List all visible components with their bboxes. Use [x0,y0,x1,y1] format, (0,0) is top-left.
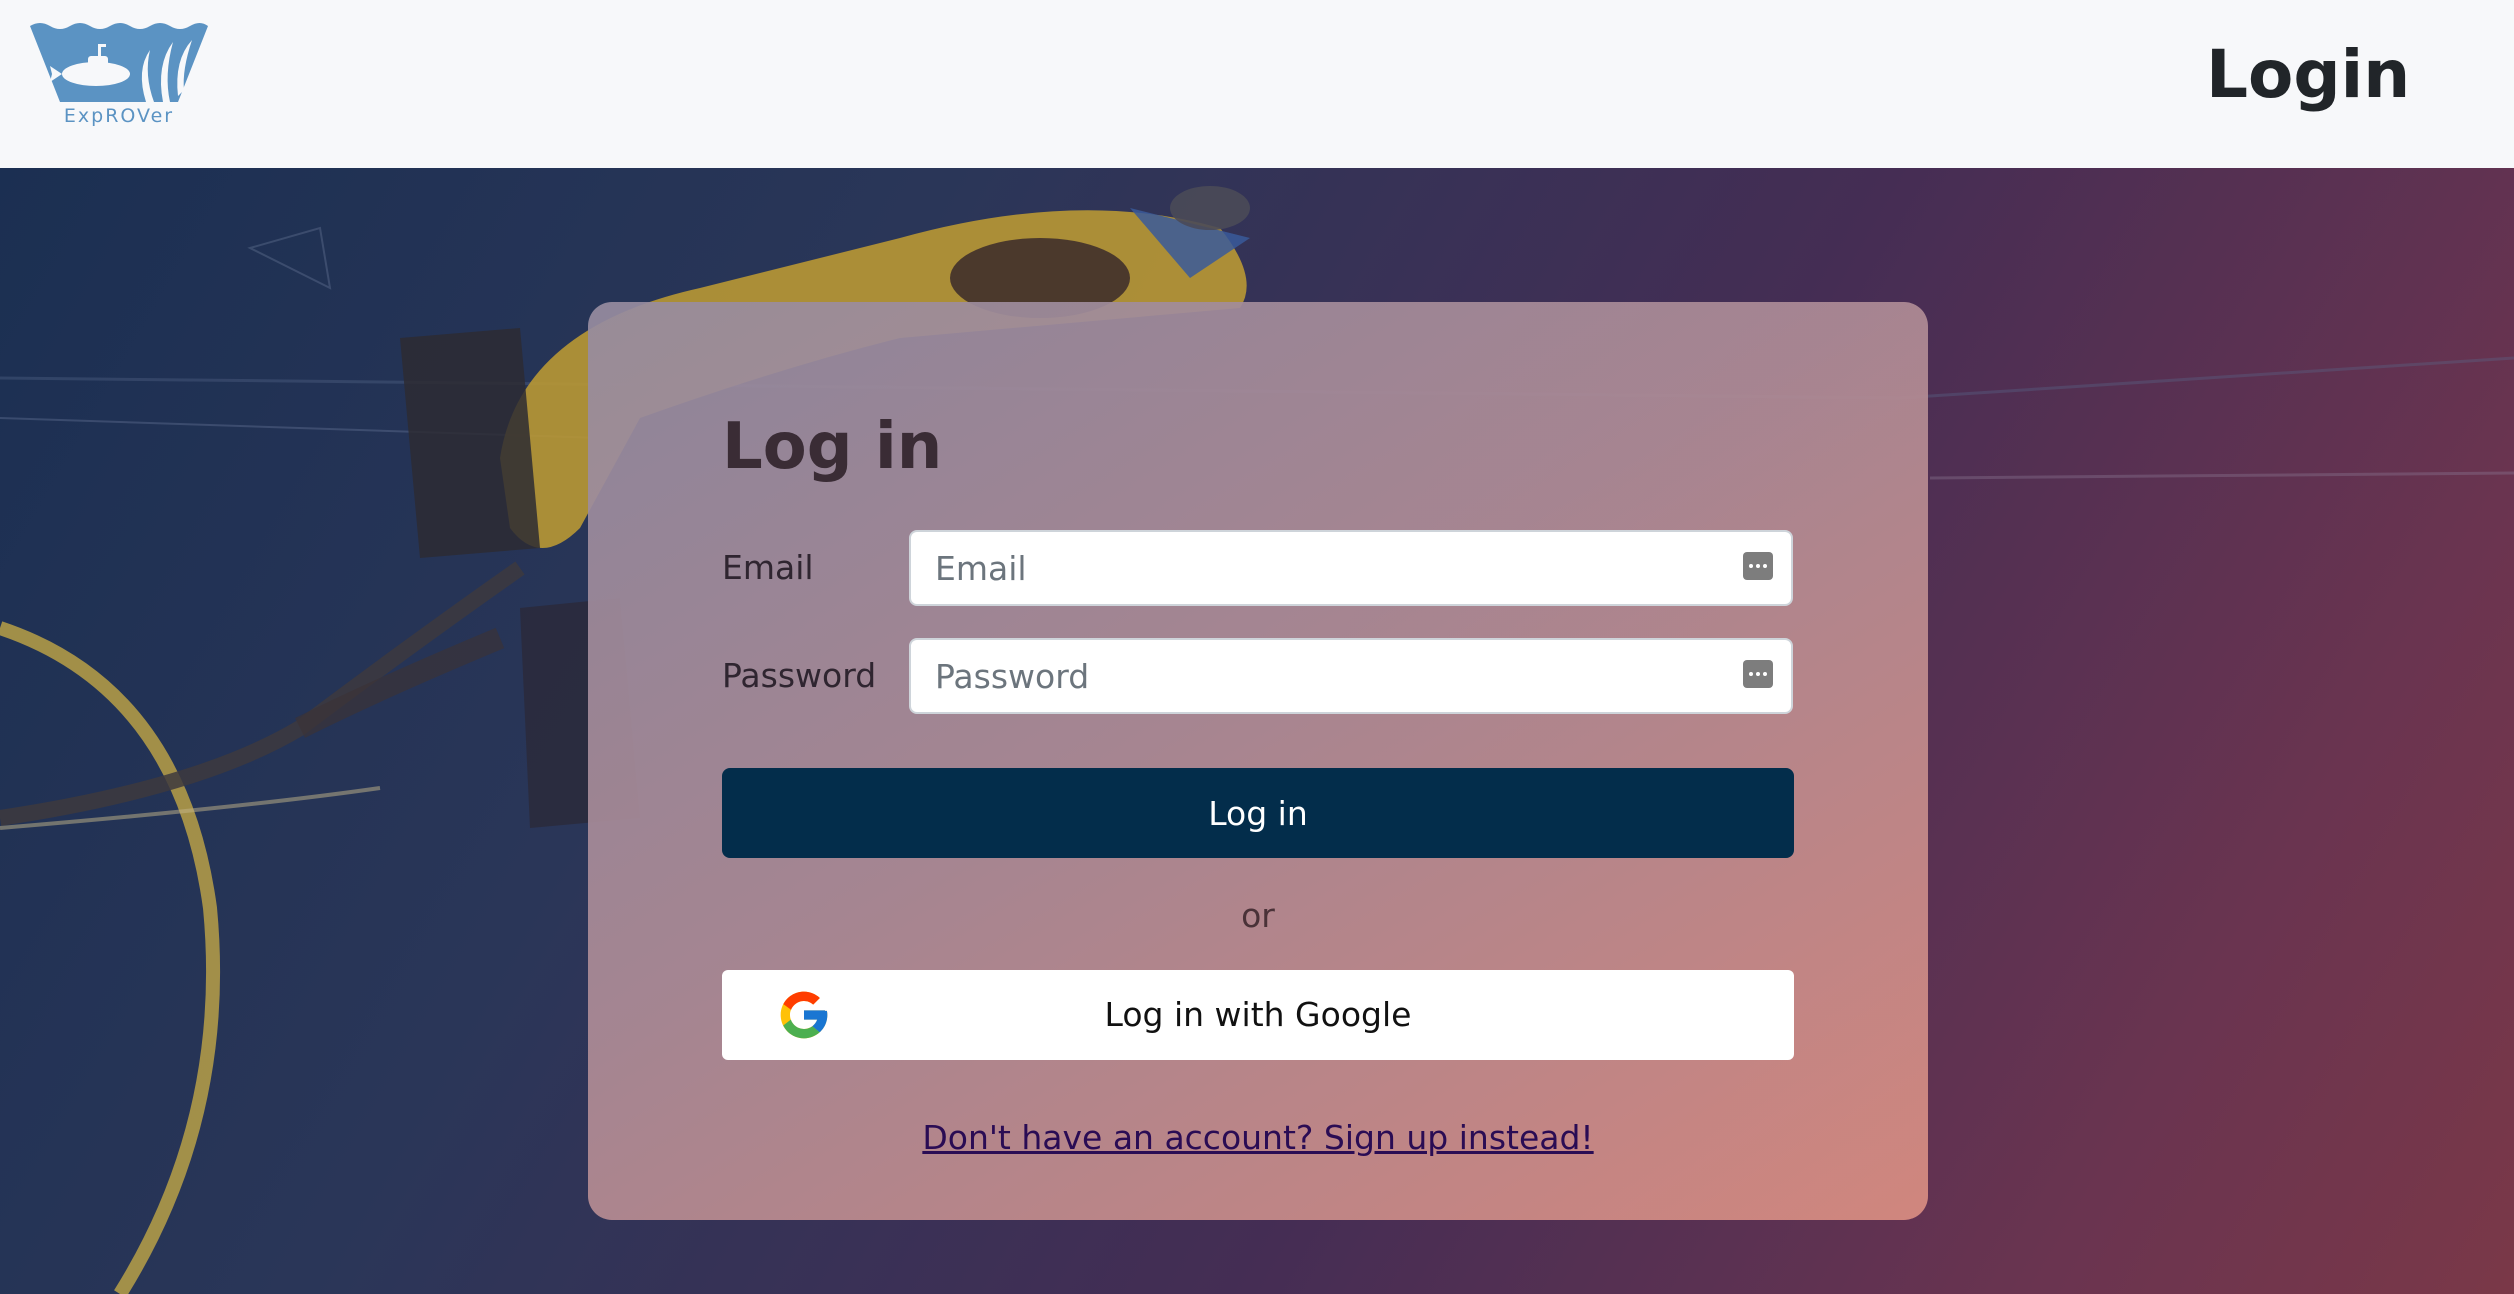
page-title: Login [2206,36,2411,113]
brand-logo[interactable]: ExpROVer [28,20,210,132]
login-button[interactable]: Log in [722,768,1794,858]
email-label: Email [722,548,814,587]
login-heading: Log in [722,410,943,484]
google-login-button[interactable]: Log in with Google [722,970,1794,1060]
or-separator: or [1241,896,1275,935]
password-input[interactable] [911,640,1791,712]
password-field-wrapper [909,638,1793,714]
password-manager-key-icon[interactable] [1743,660,1773,688]
login-card: Log in Email Password Log in or Log in w… [588,302,1928,1220]
email-input[interactable] [911,532,1791,604]
google-login-label: Log in with Google [1104,995,1412,1034]
submarine-logo-icon [30,23,208,102]
signup-link[interactable]: Don't have an account? Sign up instead! [588,1118,1928,1157]
password-manager-key-icon[interactable] [1743,552,1773,580]
email-field-wrapper [909,530,1793,606]
brand-name: ExpROVer [63,105,175,127]
navbar: ExpROVer Login [0,0,2514,168]
password-label: Password [722,656,877,695]
